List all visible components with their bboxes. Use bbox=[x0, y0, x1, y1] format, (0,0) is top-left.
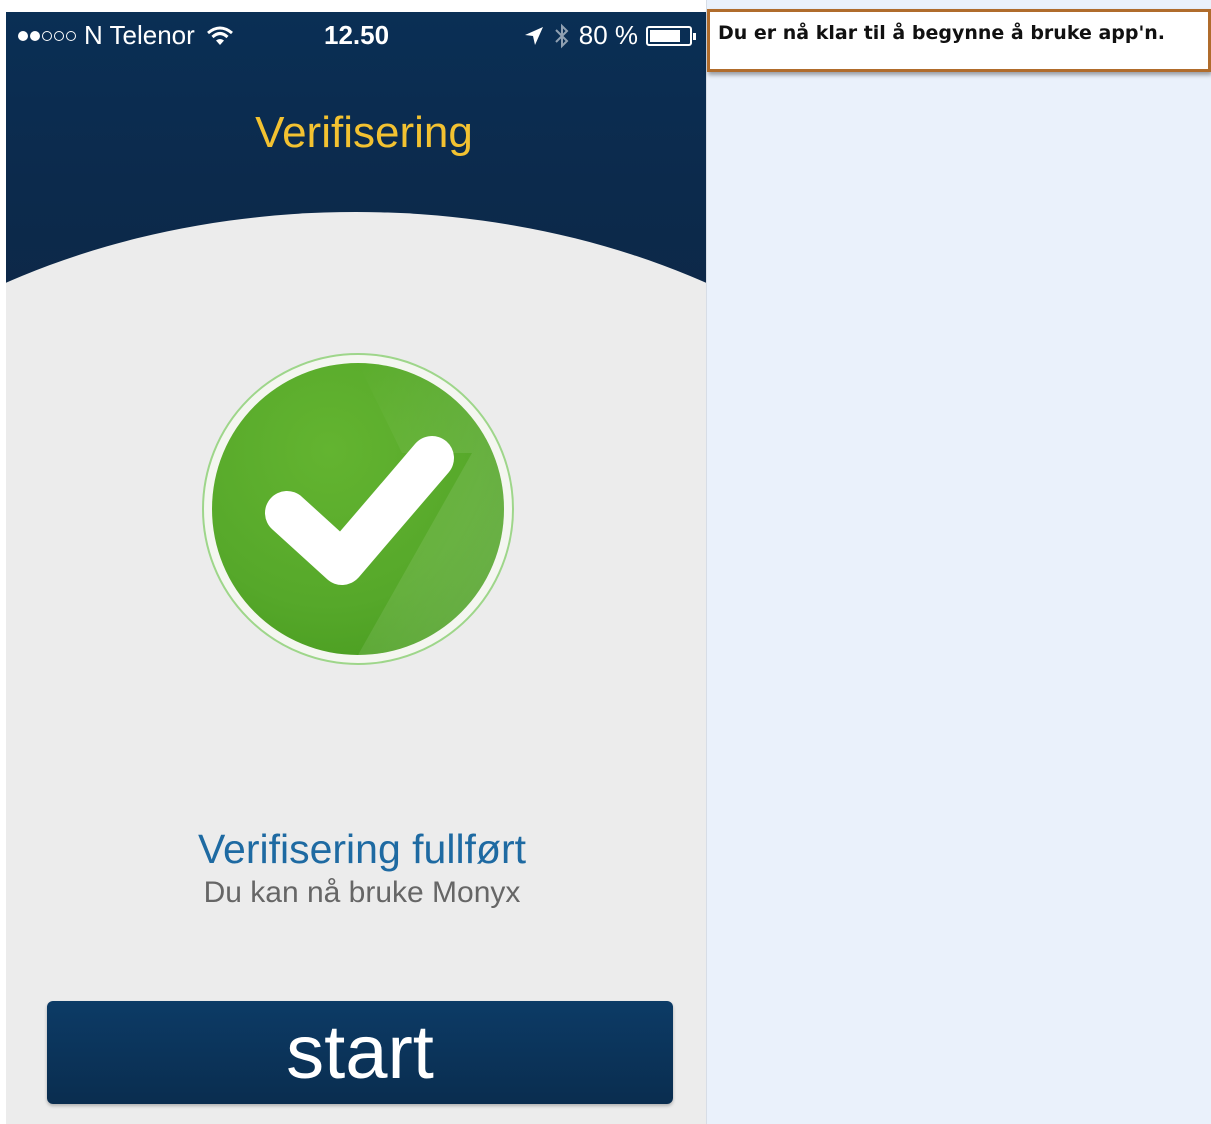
signal-dot bbox=[30, 30, 40, 41]
wifi-icon bbox=[206, 26, 233, 45]
signal-dot bbox=[18, 30, 28, 41]
carrier-signal: N Telenor bbox=[18, 20, 235, 51]
annotation-callout: Du er nå klar til å begynne å bruke app'… bbox=[707, 9, 1211, 72]
status-right-group: 80 % bbox=[523, 20, 696, 51]
signal-dot bbox=[66, 30, 76, 41]
battery-fill bbox=[650, 29, 681, 42]
bluetooth-icon bbox=[555, 23, 569, 48]
success-subtitle: Du kan nå bruke Monyx bbox=[203, 876, 521, 909]
verification-status-indicator bbox=[202, 353, 514, 665]
start-button[interactable]: start bbox=[47, 1001, 673, 1104]
success-title: Verifisering fullført bbox=[197, 826, 527, 872]
status-bar: N Telenor 12.50 80 % bbox=[6, 12, 706, 58]
checkmark-icon bbox=[202, 353, 514, 665]
page-title: Verifisering bbox=[255, 108, 473, 157]
signal-dot bbox=[42, 30, 52, 41]
battery-icon bbox=[646, 25, 696, 46]
status-time: 12.50 bbox=[324, 20, 390, 50]
annotation-panel bbox=[706, 0, 1211, 1124]
phone-screen: N Telenor 12.50 80 % Verifisering Verifi… bbox=[6, 12, 706, 1124]
signal-dot bbox=[54, 30, 64, 41]
signal-strength-icon bbox=[18, 30, 76, 41]
battery-percentage: 80 % bbox=[578, 20, 638, 50]
location-arrow-icon bbox=[524, 26, 543, 45]
carrier-name: N Telenor bbox=[84, 20, 195, 50]
